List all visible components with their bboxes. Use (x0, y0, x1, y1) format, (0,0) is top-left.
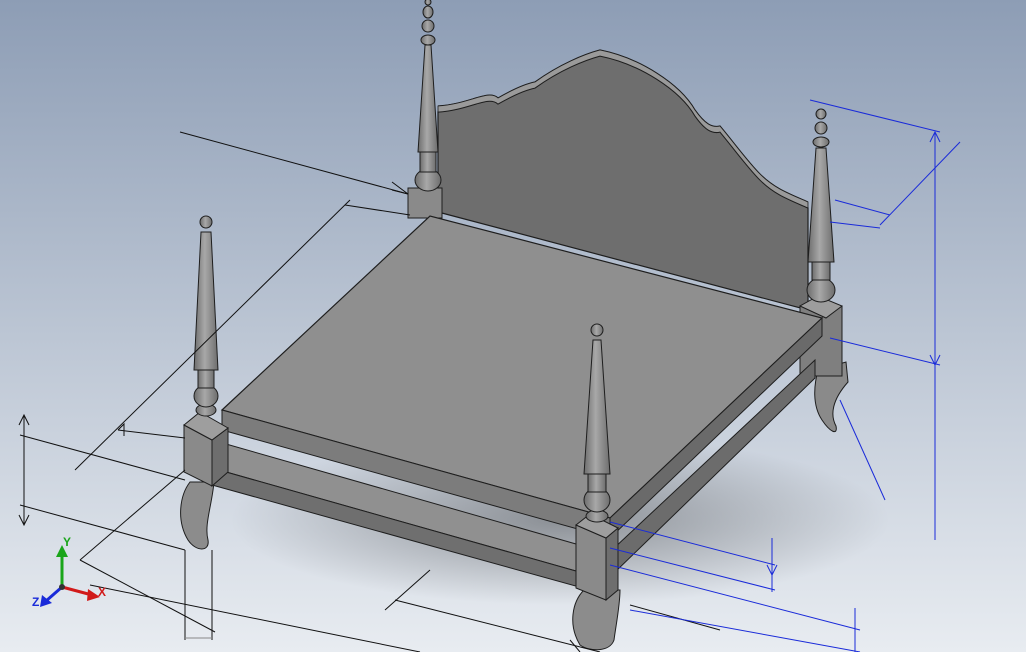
graphics-viewport[interactable]: Y X Z (0, 0, 1026, 652)
triad-y-label: Y (63, 535, 72, 549)
triad-z-label: Z (32, 595, 40, 609)
model-view[interactable] (0, 0, 1026, 652)
coordinate-triad[interactable]: Y X Z (30, 535, 110, 615)
triad-x-label: X (98, 585, 107, 599)
